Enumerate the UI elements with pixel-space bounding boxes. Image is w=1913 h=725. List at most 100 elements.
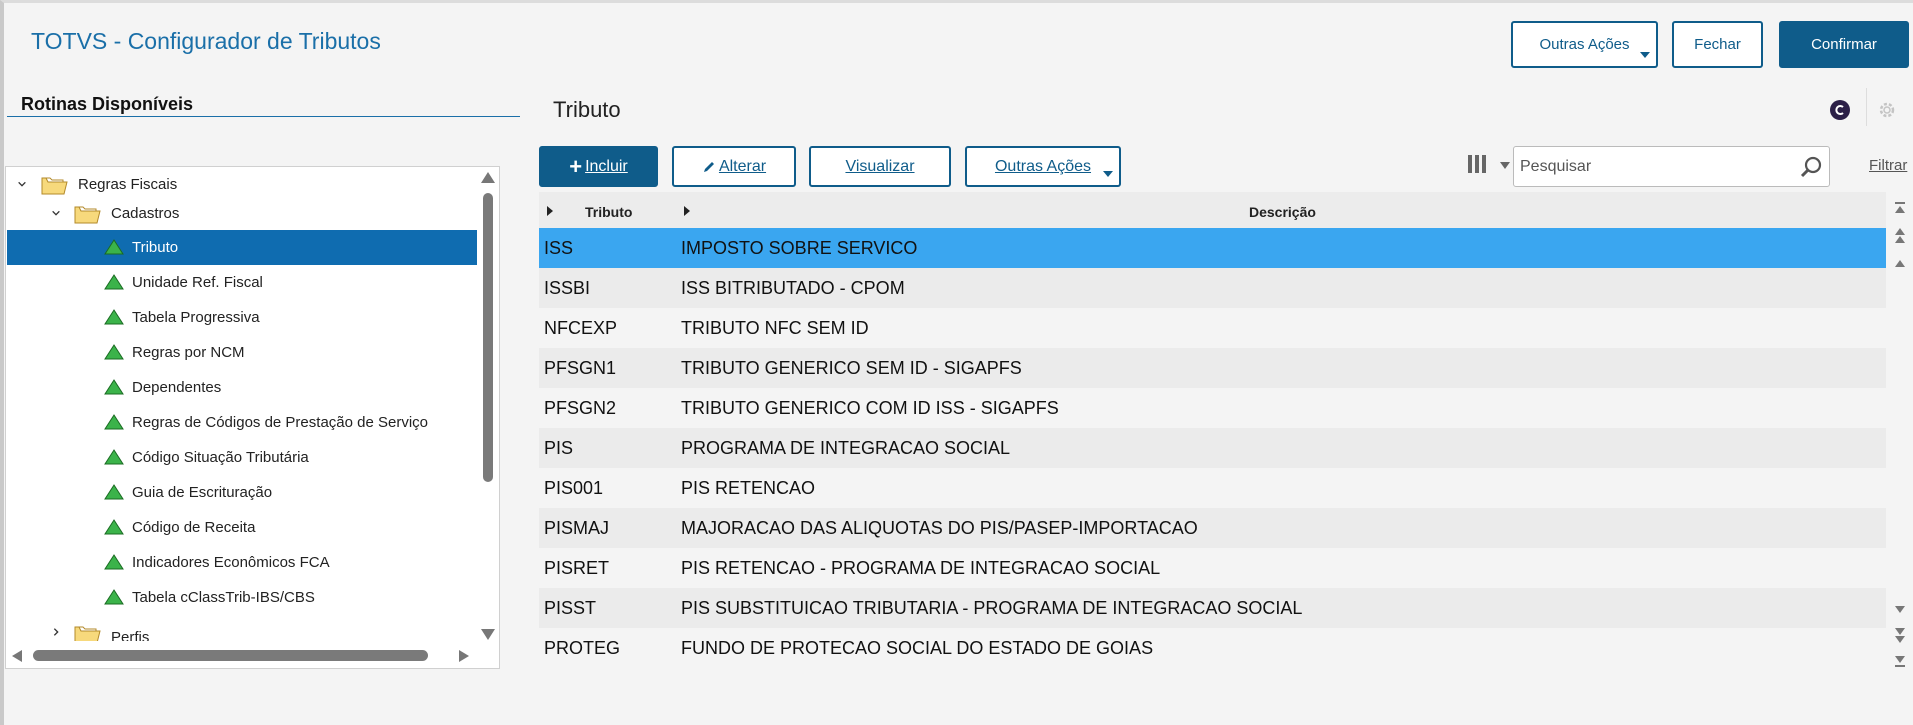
tree-vertical-scrollbar-thumb[interactable] bbox=[483, 193, 493, 482]
cell-tributo: PFSGN1 bbox=[544, 357, 617, 378]
column-sort-icon[interactable] bbox=[684, 206, 690, 216]
line-up-icon[interactable] bbox=[1889, 250, 1911, 276]
close-button[interactable]: Fechar bbox=[1672, 21, 1763, 68]
tree-item-indicadores-economicos-fca[interactable]: Indicadores Econômicos FCA bbox=[7, 545, 477, 580]
table-row[interactable]: PIS PROGRAMA DE INTEGRACAO SOCIAL bbox=[539, 428, 1886, 468]
header-other-actions-button[interactable]: Outras Ações bbox=[1511, 21, 1658, 68]
caret-down-icon bbox=[1640, 52, 1650, 58]
cell-descricao: MAJORACAO DAS ALIQUOTAS DO PIS/PASEP-IMP… bbox=[681, 517, 1198, 538]
routines-panel-title: Rotinas Disponíveis bbox=[21, 94, 194, 114]
folder-icon bbox=[74, 206, 101, 224]
tree-item-codigo-situacao-tributaria[interactable]: Código Situação Tributária bbox=[7, 440, 477, 475]
tree-label: Código Situação Tributária bbox=[132, 449, 309, 466]
table-row[interactable]: PROTEG FUNDO DE PROTECAO SOCIAL DO ESTAD… bbox=[539, 628, 1886, 668]
tree-node-perfis[interactable]: Perfis bbox=[7, 613, 477, 641]
cell-tributo: PFSGN2 bbox=[544, 397, 617, 418]
toolbar-other-actions-label: Outras Ações bbox=[994, 157, 1092, 175]
app-title: TOTVS - Configurador de Tributos bbox=[31, 28, 381, 54]
include-button[interactable]: + Incluir bbox=[539, 146, 658, 187]
tributo-grid[interactable]: Tributo Descrição ISS IMPOSTO SOBRE SERV… bbox=[539, 192, 1886, 672]
grid-header: Tributo Descrição bbox=[539, 192, 1886, 228]
scroll-to-top-icon[interactable] bbox=[1889, 194, 1911, 220]
scroll-up-arrow-icon[interactable] bbox=[481, 172, 495, 183]
cell-tributo: PIS bbox=[544, 437, 574, 458]
line-down-icon[interactable] bbox=[1889, 596, 1911, 622]
confirm-button[interactable]: Confirmar bbox=[1779, 21, 1909, 68]
green-triangle-icon bbox=[104, 309, 124, 325]
page-down-icon[interactable] bbox=[1889, 622, 1911, 648]
routines-tree[interactable]: Regras Fiscais Cadastros Tributo Unidade… bbox=[5, 166, 500, 669]
view-button[interactable]: Visualizar bbox=[809, 146, 951, 187]
search-icon[interactable] bbox=[1799, 155, 1823, 179]
cell-descricao: TRIBUTO GENERICO SEM ID - SIGAPFS bbox=[681, 357, 1022, 378]
grid-scroll-controls bbox=[1889, 192, 1911, 672]
cell-tributo: PIS001 bbox=[544, 477, 604, 498]
tree-horizontal-scrollbar-thumb[interactable] bbox=[33, 650, 428, 661]
edit-button[interactable]: Alterar bbox=[672, 146, 796, 187]
column-header-descricao[interactable]: Descrição bbox=[1249, 204, 1316, 220]
columns-caret-down-icon[interactable] bbox=[1500, 162, 1510, 169]
tree-node-cadastros[interactable]: Cadastros bbox=[7, 196, 477, 231]
green-triangle-icon bbox=[104, 414, 124, 430]
cell-descricao: FUNDO DE PROTECAO SOCIAL DO ESTADO DE GO… bbox=[681, 637, 1154, 658]
tree-label: Guia de Escrituração bbox=[132, 484, 273, 501]
table-row[interactable]: NFCEXP TRIBUTO NFC SEM ID bbox=[539, 308, 1886, 348]
cell-tributo: ISSBI bbox=[544, 277, 591, 298]
filter-link[interactable]: Filtrar bbox=[1869, 157, 1907, 174]
tree-item-regras-codigos-prestacao[interactable]: Regras de Códigos de Prestação de Serviç… bbox=[7, 405, 477, 440]
column-header-tributo[interactable]: Tributo bbox=[585, 204, 632, 220]
tree-item-tributo[interactable]: Tributo bbox=[7, 230, 477, 265]
table-row[interactable]: PFSGN1 TRIBUTO GENERICO SEM ID - SIGAPFS bbox=[539, 348, 1886, 388]
cell-descricao: PIS RETENCAO - PROGRAMA DE INTEGRACAO SO… bbox=[681, 557, 1161, 578]
cell-descricao: PIS RETENCAO bbox=[681, 477, 816, 498]
green-triangle-icon bbox=[104, 519, 124, 535]
scroll-to-bottom-icon[interactable] bbox=[1889, 648, 1911, 674]
caret-down-icon bbox=[1103, 171, 1113, 177]
chevron-down-icon[interactable] bbox=[51, 208, 61, 218]
toolbar-other-actions-button[interactable]: Outras Ações bbox=[965, 146, 1121, 187]
tree-label: Regras de Códigos de Prestação de Serviç… bbox=[132, 414, 429, 431]
chevron-right-icon[interactable] bbox=[51, 627, 61, 637]
chevron-down-icon[interactable] bbox=[17, 179, 27, 189]
cell-descricao: PIS SUBSTITUICAO TRIBUTARIA - PROGRAMA D… bbox=[681, 597, 1303, 618]
table-row[interactable]: PIS001 PIS RETENCAO bbox=[539, 468, 1886, 508]
tree-item-unidade-ref-fiscal[interactable]: Unidade Ref. Fiscal bbox=[7, 265, 477, 300]
tree-item-guia-de-escrituracao[interactable]: Guia de Escrituração bbox=[7, 475, 477, 510]
totvs-circle-icon[interactable] bbox=[1830, 100, 1850, 120]
panel-title-underline bbox=[7, 116, 520, 117]
page-up-icon[interactable] bbox=[1889, 222, 1911, 248]
search-box[interactable] bbox=[1513, 146, 1830, 187]
column-sort-icon[interactable] bbox=[547, 206, 553, 216]
cell-tributo: PISMAJ bbox=[544, 517, 610, 538]
tree-item-tabela-cclasstrib[interactable]: Tabela cClassTrib-IBS/CBS bbox=[7, 580, 477, 615]
cell-tributo: ISS bbox=[544, 237, 574, 258]
green-triangle-icon bbox=[104, 344, 124, 360]
cell-tributo: PISRET bbox=[544, 557, 610, 578]
tree-label: Perfis bbox=[111, 629, 150, 641]
tree-label: Dependentes bbox=[132, 379, 222, 396]
columns-icon[interactable] bbox=[1467, 154, 1489, 174]
toolbar-divider bbox=[1866, 88, 1867, 126]
table-row[interactable]: PISST PIS SUBSTITUICAO TRIBUTARIA - PROG… bbox=[539, 588, 1886, 628]
gear-icon[interactable] bbox=[1877, 100, 1897, 120]
tree-item-tabela-progressiva[interactable]: Tabela Progressiva bbox=[7, 300, 477, 335]
table-row[interactable]: ISSBI ISS BITRIBUTADO - CPOM bbox=[539, 268, 1886, 308]
search-input[interactable] bbox=[1520, 155, 1790, 179]
table-row[interactable]: PISMAJ MAJORACAO DAS ALIQUOTAS DO PIS/PA… bbox=[539, 508, 1886, 548]
scroll-left-arrow-icon[interactable] bbox=[12, 650, 22, 662]
tree-item-dependentes[interactable]: Dependentes bbox=[7, 370, 477, 405]
scroll-right-arrow-icon[interactable] bbox=[459, 650, 469, 662]
green-triangle-icon bbox=[104, 274, 124, 290]
cell-descricao: PROGRAMA DE INTEGRACAO SOCIAL bbox=[681, 437, 1011, 458]
table-row[interactable]: PFSGN2 TRIBUTO GENERICO COM ID ISS - SIG… bbox=[539, 388, 1886, 428]
tree-label: Tributo bbox=[132, 239, 179, 256]
green-triangle-icon bbox=[104, 554, 124, 570]
tree-label: Unidade Ref. Fiscal bbox=[132, 274, 263, 291]
table-row[interactable]: PISRET PIS RETENCAO - PROGRAMA DE INTEGR… bbox=[539, 548, 1886, 588]
tree-item-regras-por-ncm[interactable]: Regras por NCM bbox=[7, 335, 477, 370]
table-row[interactable]: ISS IMPOSTO SOBRE SERVICO bbox=[539, 228, 1886, 268]
edit-label: Alterar bbox=[718, 157, 767, 175]
scroll-down-arrow-icon[interactable] bbox=[481, 629, 495, 640]
tree-label: Cadastros bbox=[111, 205, 180, 222]
tree-item-codigo-de-receita[interactable]: Código de Receita bbox=[7, 510, 477, 545]
